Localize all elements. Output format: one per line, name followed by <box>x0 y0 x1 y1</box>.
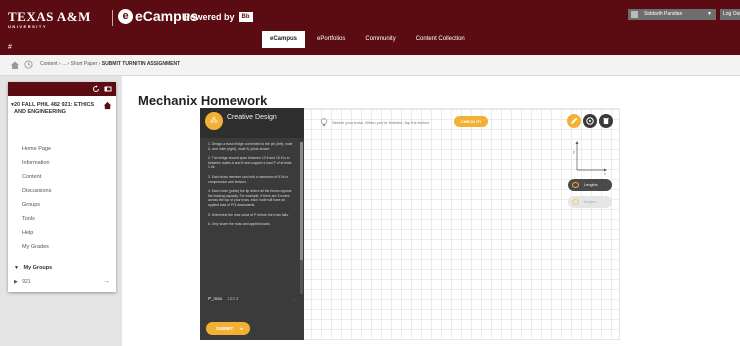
menu-item-content[interactable]: Content <box>22 170 51 184</box>
university-sub: UNIVERSITY <box>8 24 48 29</box>
submit-button[interactable]: SUBMIT ▸ <box>206 322 250 335</box>
instruction-step: 4. Each node (joints) the tip where all … <box>208 189 292 207</box>
course-menu: ▼ 20 FALL PHIL 482 921: ETHICS AND ENGIN… <box>8 82 116 292</box>
creative-design-panel: ⁂ Creative Design 1. Design a truss brid… <box>200 108 304 340</box>
breadcrumb-separator: › <box>67 61 70 67</box>
expand-icon: ▼ <box>14 265 19 271</box>
design-panel-header: ⁂ Creative Design <box>200 108 304 138</box>
page: TEXAS A&M UNIVERSITY e eCampus Powered b… <box>0 0 740 346</box>
x-axis-label: x <box>604 172 606 176</box>
page-title: Mechanix Homework <box>138 93 268 108</box>
mechanix-logo-icon: ⁂ <box>205 112 223 130</box>
instruction-step: 2. The bridge should span between 10 ft … <box>208 156 292 170</box>
menu-item-help[interactable]: Help <box>22 226 51 240</box>
my-groups-header[interactable]: ▼ My Groups <box>14 265 52 271</box>
top-banner: TEXAS A&M UNIVERSITY e eCampus Powered b… <box>0 0 740 55</box>
trash-icon <box>603 118 609 124</box>
instruction-step: 5. Determine the max value of P before t… <box>208 212 289 217</box>
nav-tabs: eCampus ePortfolios Community Content Co… <box>262 31 477 48</box>
user-name: Siddarth Pandian <box>644 11 683 17</box>
menu-item-discussions[interactable]: Discussions <box>22 184 51 198</box>
powered-by: Powered by Bb <box>184 12 253 22</box>
target-icon <box>586 117 594 125</box>
breadcrumb: Content › ... › Short Paper › SUBMIT TUR… <box>0 55 740 76</box>
collapse-icon: ▶ <box>14 279 18 285</box>
breadcrumb-separator: › <box>58 61 61 67</box>
lightbulb-icon <box>320 118 328 127</box>
clock-icon[interactable] <box>24 60 33 69</box>
instruction-step: 1. Design a truss bridge connected to th… <box>208 142 293 151</box>
submit-label: SUBMIT <box>216 326 234 331</box>
drag-handle-icon[interactable]: … <box>292 296 297 301</box>
breadcrumb-short-paper[interactable]: Short Paper <box>71 61 98 67</box>
left-panel: ▼ 20 FALL PHIL 482 921: ETHICS AND ENGIN… <box>0 76 122 346</box>
powered-by-text: Powered by <box>184 12 235 22</box>
menu-item-tools[interactable]: Tools <box>22 212 51 226</box>
angles-toggle[interactable]: Angles <box>568 196 612 208</box>
tab-ecampus[interactable]: eCampus <box>262 31 306 48</box>
chevron-down-icon: ▼ <box>707 11 712 17</box>
instruction-step: 3. Each truss member can hold a maximum … <box>208 174 289 184</box>
pencil-tool-button[interactable] <box>567 114 581 128</box>
scrollbar-thumb[interactable] <box>300 142 303 260</box>
design-panel-title: Creative Design <box>227 114 277 121</box>
angles-icon <box>572 199 579 205</box>
refresh-icon[interactable] <box>92 85 100 93</box>
angles-label: Angles <box>584 200 596 204</box>
university-logo[interactable]: TEXAS A&M UNIVERSITY <box>8 9 91 29</box>
home-icon[interactable] <box>10 60 20 70</box>
pencil-icon <box>571 117 578 124</box>
lengths-icon <box>572 182 579 188</box>
pmax-label: P_max <box>208 296 223 301</box>
y-axis-label: y <box>573 150 575 154</box>
breadcrumb-current: SUBMIT TURNITIN ASSIGNMENT <box>101 61 181 67</box>
course-menu-list: Home Page Information Content Discussion… <box>22 142 51 254</box>
pmax-value: 123.4 <box>227 296 239 301</box>
group-item-label: 921 <box>22 279 31 285</box>
group-item[interactable]: ▶ 921 <box>14 279 31 285</box>
lengths-toggle[interactable]: Lengths <box>568 179 612 191</box>
trash-tool-button[interactable] <box>599 114 613 128</box>
user-menu[interactable]: Siddarth Pandian ▼ <box>628 9 716 20</box>
target-tool-button[interactable] <box>583 114 597 128</box>
course-menu-toolbar <box>8 82 116 96</box>
course-title-text: 20 FALL PHIL 482 921: ETHICS AND ENGINEE… <box>14 102 95 115</box>
menu-item-information[interactable]: Information <box>22 156 51 170</box>
ecampus-circle-icon: e <box>118 8 133 24</box>
coordinate-axes: y x <box>573 141 607 176</box>
lengths-label: Lengths <box>584 183 598 187</box>
expand-icon: ▼ <box>10 102 15 108</box>
logout-button[interactable]: Log Out <box>720 9 740 20</box>
tab-community[interactable]: Community <box>357 31 403 48</box>
hash-mark: # <box>8 44 12 51</box>
logo-divider <box>112 10 113 26</box>
arrow-right-icon: ▸ <box>240 326 243 331</box>
course-title[interactable]: ▼ 20 FALL PHIL 482 921: ETHICS AND ENGIN… <box>10 102 104 116</box>
breadcrumb-ellipsis[interactable]: ... <box>62 61 66 67</box>
instructions-scrollbar[interactable] <box>300 142 303 294</box>
course-home-icon[interactable] <box>103 101 112 110</box>
pmax-selector[interactable]: P_max 123.4 … <box>208 296 297 301</box>
group-link-arrow-icon[interactable]: → <box>103 278 110 285</box>
menu-item-my-grades[interactable]: My Grades <box>22 240 51 254</box>
tab-content-collection[interactable]: Content Collection <box>408 31 473 48</box>
menu-item-home-page[interactable]: Home Page <box>22 142 51 156</box>
check-it-button[interactable]: CHECK IT! <box>454 116 488 127</box>
breadcrumb-trail: Content › ... › Short Paper › SUBMIT TUR… <box>40 61 180 67</box>
tab-eportfolios[interactable]: ePortfolios <box>309 31 353 48</box>
design-instructions: 1. Design a truss bridge connected to th… <box>208 142 294 294</box>
instruction-step: 6. Only share the truss and applied load… <box>208 222 271 227</box>
breadcrumb-separator: › <box>98 61 101 67</box>
blackboard-logo-icon: Bb <box>238 12 253 22</box>
display-toggle-icon[interactable] <box>104 85 112 93</box>
my-groups-label: My Groups <box>23 265 53 271</box>
breadcrumb-content[interactable]: Content <box>40 61 58 67</box>
avatar <box>631 11 638 18</box>
university-name: TEXAS A&M <box>8 9 91 24</box>
menu-item-groups[interactable]: Groups <box>22 198 51 212</box>
sketch-hint: Sketch your truss. When you're finished,… <box>332 120 430 125</box>
